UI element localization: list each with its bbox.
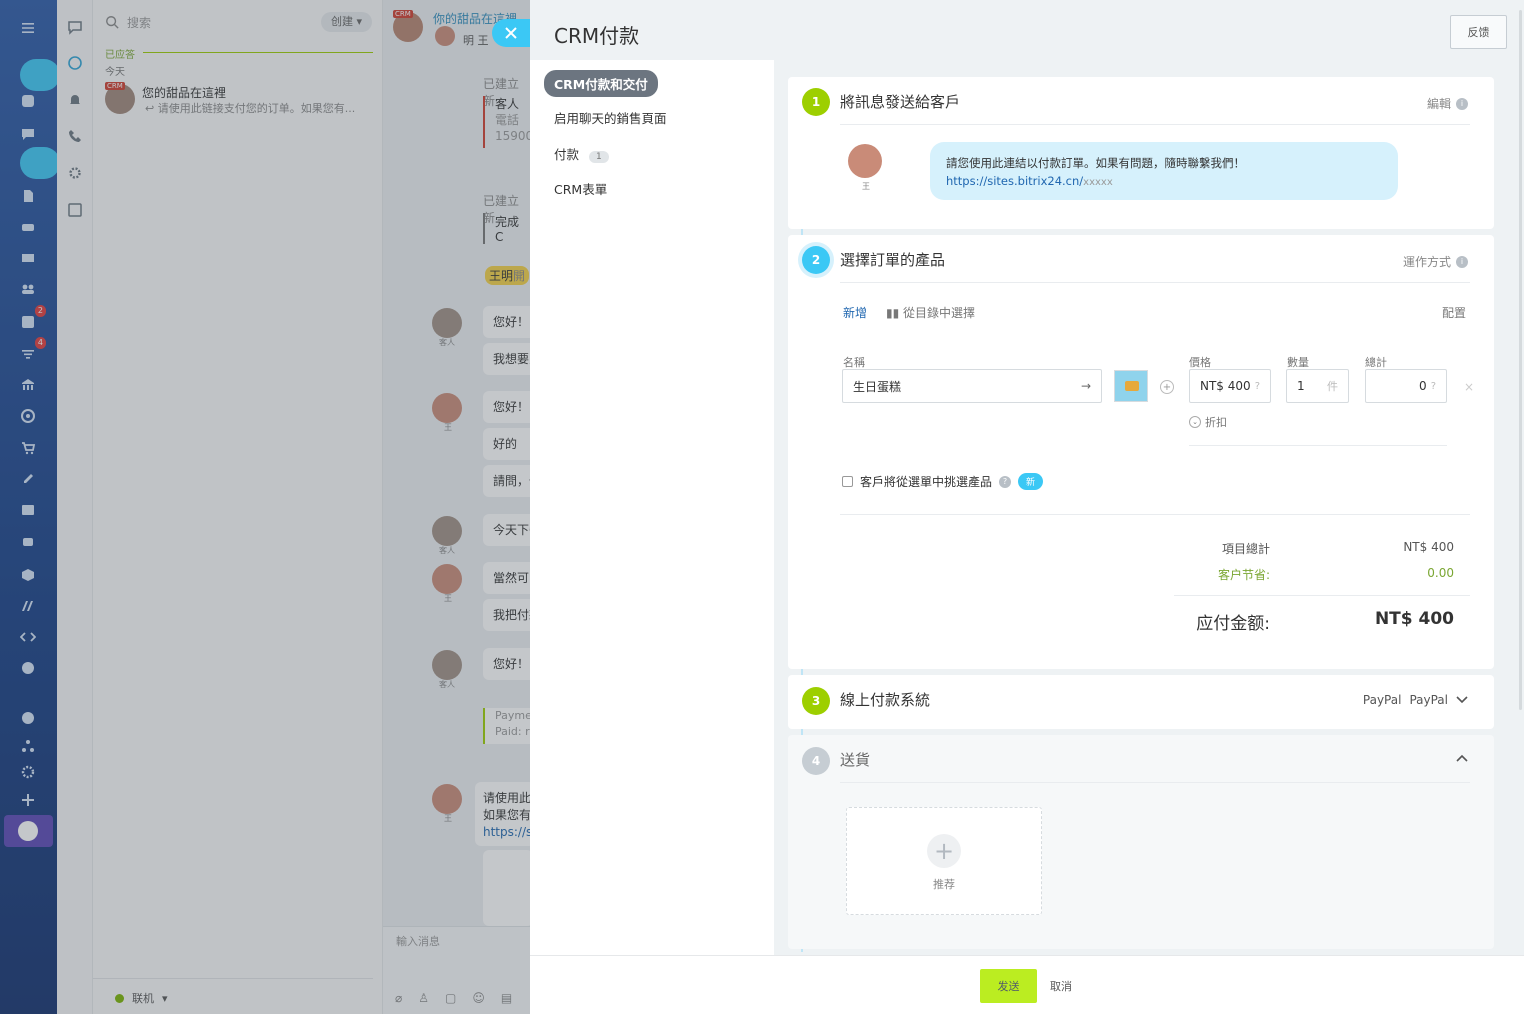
quantity-value: 1 — [1297, 379, 1305, 393]
total-divider — [1174, 595, 1470, 596]
message-bubble[interactable]: 請您使用此連結以付款訂單。如果有問題，隨時聯繫我們！ https://sites… — [930, 142, 1398, 200]
arrow-right-icon: → — [1080, 379, 1091, 393]
name-label: 名稱 — [843, 356, 865, 369]
step-3-number: 3 — [802, 687, 830, 715]
message-link[interactable]: https://sites.bitrix24.cn/ — [946, 174, 1083, 188]
chevron-down-circle-icon: ⌄ — [1189, 416, 1201, 428]
info-icon-2: i — [1456, 255, 1468, 268]
info-icon: i — [1456, 97, 1468, 110]
total-input[interactable]: 0? — [1365, 369, 1447, 403]
plus-icon: + — [927, 834, 961, 868]
feedback-button[interactable]: 反馈 — [1450, 15, 1507, 49]
price-value: NT$ 400 — [1200, 379, 1251, 393]
catalog-select-link[interactable]: ▮▮ 從目錄中選擇 — [886, 304, 975, 321]
close-icon — [505, 27, 517, 39]
step-3-title: 線上付款系統 — [840, 691, 931, 709]
menu-item-payments[interactable]: 付款 1 — [554, 144, 609, 163]
menu-item-crm-forms[interactable]: CRM表單 — [554, 179, 607, 198]
customer-pick-option[interactable]: 客戶將從選單中挑選產品 ? 新 — [842, 473, 1044, 490]
menu-item-payments-label: 付款 — [554, 147, 580, 162]
sender-avatar — [848, 144, 882, 178]
total-help-icon: ? — [1430, 380, 1436, 392]
product-image-thumb[interactable] — [1114, 370, 1148, 402]
help-icon: ? — [999, 475, 1012, 488]
total-value: 0 — [1419, 379, 1427, 393]
catalog-select-label: 從目錄中選擇 — [903, 306, 976, 320]
configure-link[interactable]: 配置 — [1442, 304, 1466, 321]
items-total-value: NT$ 400 — [1403, 540, 1454, 554]
step-2-how-it-works[interactable]: 運作方式 i — [1403, 253, 1468, 270]
payment-systems-list[interactable]: PayPal PayPal — [1363, 693, 1468, 707]
row-divider — [1189, 445, 1447, 446]
page-title: CRM付款 — [554, 24, 640, 48]
step-1-card: 1 將訊息發送給客戶 編輯 i 王 請您使用此連結以付款訂單。如果有問題，隨時聯繫… — [788, 77, 1494, 229]
discount-toggle[interactable]: ⌄ 折扣 — [1189, 414, 1227, 430]
close-slider-button[interactable] — [492, 19, 530, 47]
customer-pick-label: 客戶將從選單中挑選產品 — [860, 475, 993, 489]
send-button[interactable]: 发送 — [980, 969, 1037, 1003]
price-help-icon: ? — [1254, 380, 1260, 392]
message-text: 請您使用此連結以付款訂單。如果有問題，隨時聯繫我們！ — [946, 156, 1245, 170]
step-2-number: 2 — [802, 246, 830, 274]
total-label: 總計 — [1365, 356, 1387, 369]
new-badge: 新 — [1018, 473, 1044, 490]
add-product-link[interactable]: 新增 — [843, 304, 867, 321]
savings-value: 0.00 — [1427, 566, 1454, 580]
payment-system-1: PayPal — [1362, 693, 1402, 707]
step-1-edit-label: 編輯 — [1426, 97, 1451, 111]
slider-header: CRM付款 反馈 — [530, 0, 1524, 60]
step-2-divider — [840, 282, 1470, 283]
scrollbar[interactable] — [1519, 10, 1522, 710]
quantity-label: 數量 — [1287, 356, 1309, 369]
product-name-value: 生日蛋糕 — [853, 379, 902, 394]
how-it-works-label: 運作方式 — [1402, 255, 1451, 269]
message-link-suffix: xxxxx — [1083, 177, 1113, 188]
summary-divider — [840, 514, 1470, 515]
step-2-title: 選擇訂單的產品 — [840, 251, 946, 269]
remove-row-icon[interactable]: × — [1464, 380, 1474, 394]
discount-label: 折扣 — [1205, 416, 1227, 429]
step-4-title: 送貨 — [840, 751, 871, 769]
step-2-card: 2 選擇訂單的產品 運作方式 i 新增 ▮▮ 從目錄中選擇 配置 名稱 生日蛋糕 →… — [788, 235, 1494, 669]
sender-name: 王 — [862, 182, 870, 191]
quantity-unit: 件 — [1327, 380, 1338, 393]
book-icon: ▮▮ — [886, 306, 900, 320]
price-input[interactable]: NT$ 400? — [1189, 369, 1271, 403]
step-1-edit[interactable]: 編輯 i — [1427, 95, 1468, 112]
savings-label: 客户节省: — [1217, 568, 1270, 582]
amount-due-label: 应付金额: — [1196, 614, 1270, 634]
chevron-up-icon[interactable] — [1456, 751, 1468, 765]
items-total-label: 項目總計 — [1221, 542, 1270, 556]
chevron-down-icon — [1456, 696, 1468, 704]
slider-footer: 发送 取消 — [530, 955, 1524, 1014]
slider-content: 1 將訊息發送給客戶 編輯 i 王 請您使用此連結以付款訂單。如果有問題，隨時聯繫… — [774, 60, 1524, 960]
quantity-input[interactable]: 1件 — [1286, 369, 1349, 403]
step-4-card: 4 送貨 + 推荐 — [788, 735, 1494, 949]
product-name-input[interactable]: 生日蛋糕 → — [842, 369, 1102, 403]
dim-overlay[interactable] — [0, 0, 530, 1014]
menu-item-crm-payment-delivery[interactable]: CRM付款和交付 — [544, 70, 658, 97]
add-image-plus-icon[interactable]: + — [1160, 380, 1174, 394]
recommended-label: 推荐 — [933, 878, 955, 891]
recommended-delivery-tile[interactable]: + 推荐 — [846, 807, 1042, 915]
payment-system-2: PayPal — [1409, 693, 1448, 707]
slider-menu: CRM付款和交付 启用聊天的銷售頁面 付款 1 CRM表單 — [530, 60, 774, 955]
step-1-number: 1 — [802, 88, 830, 116]
crm-payment-slider: CRM付款 反馈 CRM付款和交付 启用聊天的銷售頁面 付款 1 CRM表單 1 … — [530, 0, 1524, 1014]
step-3-card[interactable]: 3 線上付款系統 PayPal PayPal — [788, 675, 1494, 729]
customer-pick-checkbox[interactable] — [842, 476, 853, 487]
step-1-title: 將訊息發送給客戶 — [840, 93, 961, 111]
step-1-divider — [840, 124, 1470, 125]
step-4-number: 4 — [802, 747, 830, 775]
payments-count-badge: 1 — [589, 151, 609, 163]
menu-item-sales-page[interactable]: 启用聊天的銷售頁面 — [554, 108, 667, 127]
amount-due-value: NT$ 400 — [1374, 609, 1454, 629]
price-label: 價格 — [1189, 356, 1211, 369]
cancel-button[interactable]: 取消 — [1050, 969, 1072, 1003]
step-4-divider — [840, 782, 1470, 783]
